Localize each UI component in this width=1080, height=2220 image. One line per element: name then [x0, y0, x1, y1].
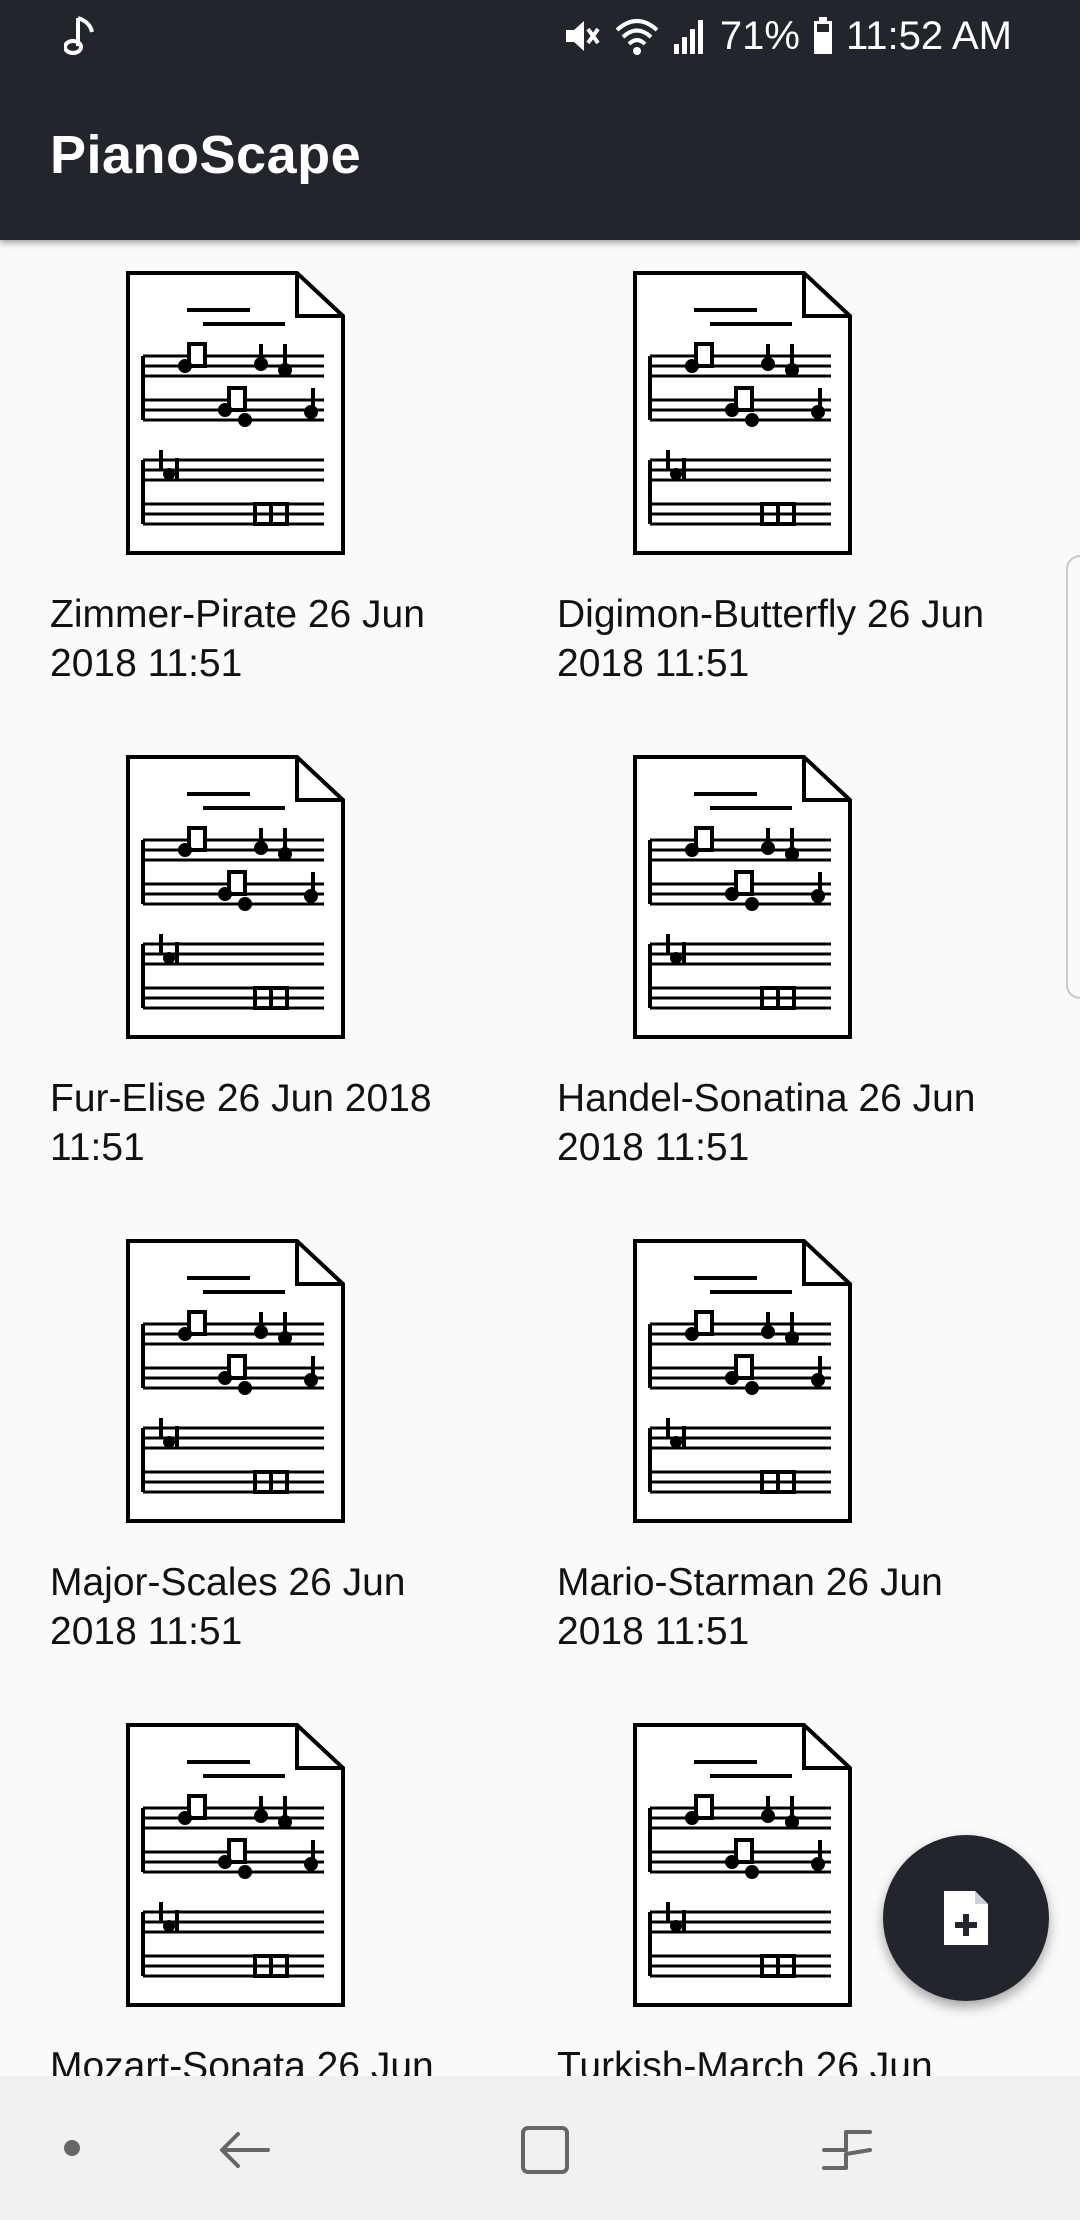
- sheet-music-icon: [126, 1239, 345, 1523]
- file-tile[interactable]: Fur-Elise 26 Jun 2018 11:51: [0, 724, 507, 1208]
- music-note-icon: [63, 12, 104, 60]
- status-icons: 71% 11:52 AM: [562, 0, 1012, 72]
- battery-percent: 71%: [719, 13, 800, 58]
- nav-dot-icon[interactable]: [64, 2140, 80, 2156]
- back-icon[interactable]: [214, 2120, 274, 2180]
- recents-icon[interactable]: [818, 2120, 878, 2180]
- battery-icon: [812, 16, 834, 56]
- sheet-music-icon: [126, 271, 345, 555]
- file-tile[interactable]: Digimon-Butterfly 26 Jun 2018 11:51: [507, 240, 1014, 724]
- file-label: Fur-Elise 26 Jun 2018 11:51: [50, 1077, 432, 1169]
- file-label: Digimon-Butterfly 26 Jun 2018 11:51: [557, 593, 985, 685]
- mute-icon: [562, 16, 602, 56]
- sheet-music-icon: [633, 1239, 852, 1523]
- app-bar: PianoScape: [0, 72, 1080, 240]
- file-tile[interactable]: Mozart-Sonata 26 Jun 2018 11:51: [0, 1692, 507, 2076]
- scrollbar-handle[interactable]: [1066, 555, 1080, 999]
- sheet-music-icon: [126, 1723, 345, 2007]
- sheet-music-icon: [633, 755, 852, 1039]
- sheet-music-icon: [126, 755, 345, 1039]
- home-icon[interactable]: [515, 2120, 575, 2180]
- file-label: Mario-Starman 26 Jun 2018 11:51: [557, 1561, 943, 1653]
- file-label: Zimmer-Pirate 26 Jun 2018 11:51: [50, 593, 425, 685]
- app-title: PianoScape: [50, 125, 362, 185]
- add-file-icon: [944, 1891, 988, 1945]
- signal-icon: [672, 16, 708, 56]
- sheet-music-icon: [633, 1723, 852, 2007]
- add-file-button[interactable]: [883, 1835, 1049, 2001]
- file-tile[interactable]: Zimmer-Pirate 26 Jun 2018 11:51: [0, 240, 507, 724]
- file-label: Handel-Sonatina 26 Jun 2018 11:51: [557, 1077, 976, 1169]
- file-label: Turkish-March 26 Jun 2018 11:51: [557, 2045, 933, 2076]
- status-bar: 71% 11:52 AM: [0, 0, 1080, 72]
- file-tile[interactable]: Handel-Sonatina 26 Jun 2018 11:51: [507, 724, 1014, 1208]
- file-tile[interactable]: Major-Scales 26 Jun 2018 11:51: [0, 1208, 507, 1692]
- file-label: Mozart-Sonata 26 Jun 2018 11:51: [50, 2045, 434, 2076]
- file-tile[interactable]: Mario-Starman 26 Jun 2018 11:51: [507, 1208, 1014, 1692]
- sheet-music-icon: [633, 271, 852, 555]
- file-label: Major-Scales 26 Jun 2018 11:51: [50, 1561, 406, 1653]
- wifi-icon: [614, 16, 660, 56]
- file-grid[interactable]: Zimmer-Pirate 26 Jun 2018 11:51 Digimon-…: [0, 240, 1080, 2076]
- system-nav-bar: [0, 2076, 1080, 2220]
- clock: 11:52 AM: [845, 13, 1012, 58]
